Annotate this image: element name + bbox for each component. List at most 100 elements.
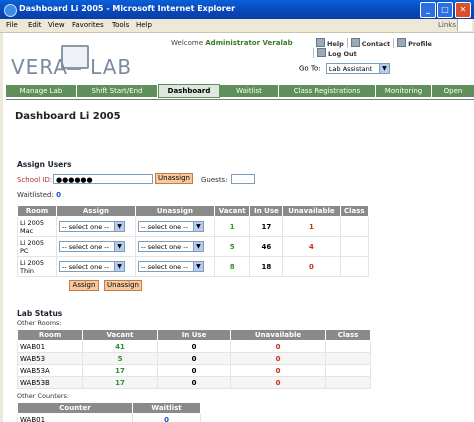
col-assign: Assign xyxy=(56,205,136,217)
col-room: Room xyxy=(17,205,57,217)
unassign-button[interactable]: Unassign xyxy=(104,280,142,291)
in-use-count: 17 xyxy=(249,216,284,237)
vacant-count: 41 xyxy=(82,340,158,353)
table-row: Li 2005 Mac -- select one -- ▼ -- select … xyxy=(17,216,369,237)
chevron-down-icon: ▼ xyxy=(114,262,124,271)
assign-cell: -- select one -- ▼ xyxy=(56,236,136,257)
tab-dashboard[interactable]: Dashboard xyxy=(158,84,220,98)
maximize-button[interactable]: □ xyxy=(437,2,453,18)
waitlisted-count: 0 xyxy=(56,191,61,199)
main-nav: Manage Lab Shift Start/End Dashboard Wai… xyxy=(6,84,474,98)
menu-file[interactable]: File xyxy=(6,21,18,29)
col-vacant: Vacant xyxy=(82,329,158,341)
unassign-select[interactable]: -- select one -- ▼ xyxy=(137,241,204,252)
page-title: Dashboard Li 2005 xyxy=(15,111,121,122)
menu-tools[interactable]: Tools xyxy=(112,21,129,29)
unassign-cell: -- select one -- ▼ xyxy=(134,216,215,237)
col-class: Class xyxy=(339,205,369,217)
school-id-label: School ID: xyxy=(17,176,53,184)
counter-name: WAB01 xyxy=(17,413,133,422)
tab-manage-lab[interactable]: Manage Lab xyxy=(6,85,77,97)
help-icon xyxy=(316,38,325,47)
class-cell xyxy=(339,236,369,257)
unassign-select[interactable]: -- select one -- ▼ xyxy=(137,261,204,272)
unavailable-count: 0 xyxy=(230,364,326,377)
assign-select[interactable]: -- select one -- ▼ xyxy=(59,241,125,252)
col-unassign: Unassign xyxy=(134,205,215,217)
school-id-input[interactable]: ●●●●●● xyxy=(53,174,153,184)
table-row: WAB01 41 0 0 xyxy=(17,340,371,353)
counters-table: Counter Waitlist WAB01 0 xyxy=(17,402,201,422)
assign-cell: -- select one -- ▼ xyxy=(56,256,136,277)
menu-favorites[interactable]: Favorites xyxy=(72,21,104,29)
menu-edit[interactable]: Edit xyxy=(28,21,42,29)
chevron-down-icon: ▼ xyxy=(192,262,203,271)
veralab-logo[interactable]: VERA LAB xyxy=(11,55,132,79)
room-name: WAB01 xyxy=(17,340,83,353)
unavailable-count: 0 xyxy=(230,376,326,389)
chevron-down-icon: ▼ xyxy=(192,222,203,231)
assign-table: Room Assign Unassign Vacant In Use Unava… xyxy=(17,205,369,277)
tab-open[interactable]: Open xyxy=(432,85,474,97)
class-cell xyxy=(339,256,369,277)
profile-link[interactable]: Profile xyxy=(393,38,435,48)
close-button[interactable]: ✕ xyxy=(455,2,471,18)
class-cell xyxy=(339,216,369,237)
menu-bar: File Edit View Favorites Tools Help Link… xyxy=(0,19,474,33)
class-cell xyxy=(325,376,371,389)
welcome-text: Welcome Administrator Veralab xyxy=(171,39,293,47)
page-content: VERA LAB Welcome Administrator Veralab He… xyxy=(3,33,474,422)
room-name: Li 2005 Thin xyxy=(17,256,57,277)
vacant-count: 5 xyxy=(82,352,158,365)
menu-help[interactable]: Help xyxy=(136,21,152,29)
waitlisted-label: Waitlisted: xyxy=(17,191,54,199)
class-cell xyxy=(325,352,371,365)
room-name: Li 2005 PC xyxy=(17,236,57,257)
tab-waitlist[interactable]: Waitlist xyxy=(220,85,279,97)
in-use-count: 0 xyxy=(157,376,231,389)
in-use-count: 46 xyxy=(249,236,284,257)
assign-select[interactable]: -- select one -- ▼ xyxy=(59,261,125,272)
col-counter: Counter xyxy=(17,402,133,414)
col-waitlist: Waitlist xyxy=(132,402,201,414)
unassign-select[interactable]: -- select one -- ▼ xyxy=(137,221,204,232)
chevron-down-icon: ▼ xyxy=(192,242,203,251)
chevron-down-icon: ▼ xyxy=(114,222,124,231)
assign-button[interactable]: Assign xyxy=(69,280,99,291)
tab-monitoring[interactable]: Monitoring xyxy=(376,85,432,97)
unassign-id-button[interactable]: Unassign xyxy=(155,173,193,184)
in-use-count: 0 xyxy=(157,340,231,353)
col-class: Class xyxy=(325,329,371,341)
welcome-user: Administrator Veralab xyxy=(205,39,293,47)
vacant-count: 1 xyxy=(213,216,251,237)
contact-link[interactable]: Contact xyxy=(346,38,393,48)
lab-status-header: Room Vacant In Use Unavailable Class xyxy=(17,329,371,341)
waitlist-count: 0 xyxy=(132,413,201,422)
table-row: Li 2005 Thin -- select one -- ▼ -- select… xyxy=(17,256,369,277)
tab-class-registrations[interactable]: Class Registrations xyxy=(279,85,376,97)
minimize-button[interactable]: _ xyxy=(420,2,436,18)
col-room: Room xyxy=(17,329,83,341)
logout-link[interactable]: Log Out xyxy=(313,48,360,58)
links-toolbar[interactable]: Links xyxy=(438,21,456,29)
vacant-count: 8 xyxy=(213,256,251,277)
vacant-count: 17 xyxy=(82,364,158,377)
internet-explorer-icon xyxy=(4,4,17,17)
lab-status-table: Room Vacant In Use Unavailable Class WAB… xyxy=(17,329,371,389)
goto-label: Go To: xyxy=(299,64,321,73)
table-row: WAB01 0 xyxy=(17,413,201,422)
col-unavailable: Unavailable xyxy=(282,205,341,217)
class-cell xyxy=(325,340,371,353)
guests-input[interactable] xyxy=(231,174,255,184)
tab-shift-start-end[interactable]: Shift Start/End xyxy=(77,85,158,97)
assign-select[interactable]: -- select one -- ▼ xyxy=(59,221,125,232)
vacant-count: 17 xyxy=(82,376,158,389)
help-link[interactable]: Help xyxy=(313,38,347,48)
window-title: Dashboard Li 2005 - Microsoft Internet E… xyxy=(19,4,236,13)
logo-right-text: LAB xyxy=(90,55,133,79)
menu-view[interactable]: View xyxy=(48,21,65,29)
window-title-bar: Dashboard Li 2005 - Microsoft Internet E… xyxy=(0,0,474,19)
goto-select[interactable]: Lab Assistant ▼ xyxy=(325,63,390,74)
unavailable-count: 0 xyxy=(230,340,326,353)
class-cell xyxy=(325,364,371,377)
